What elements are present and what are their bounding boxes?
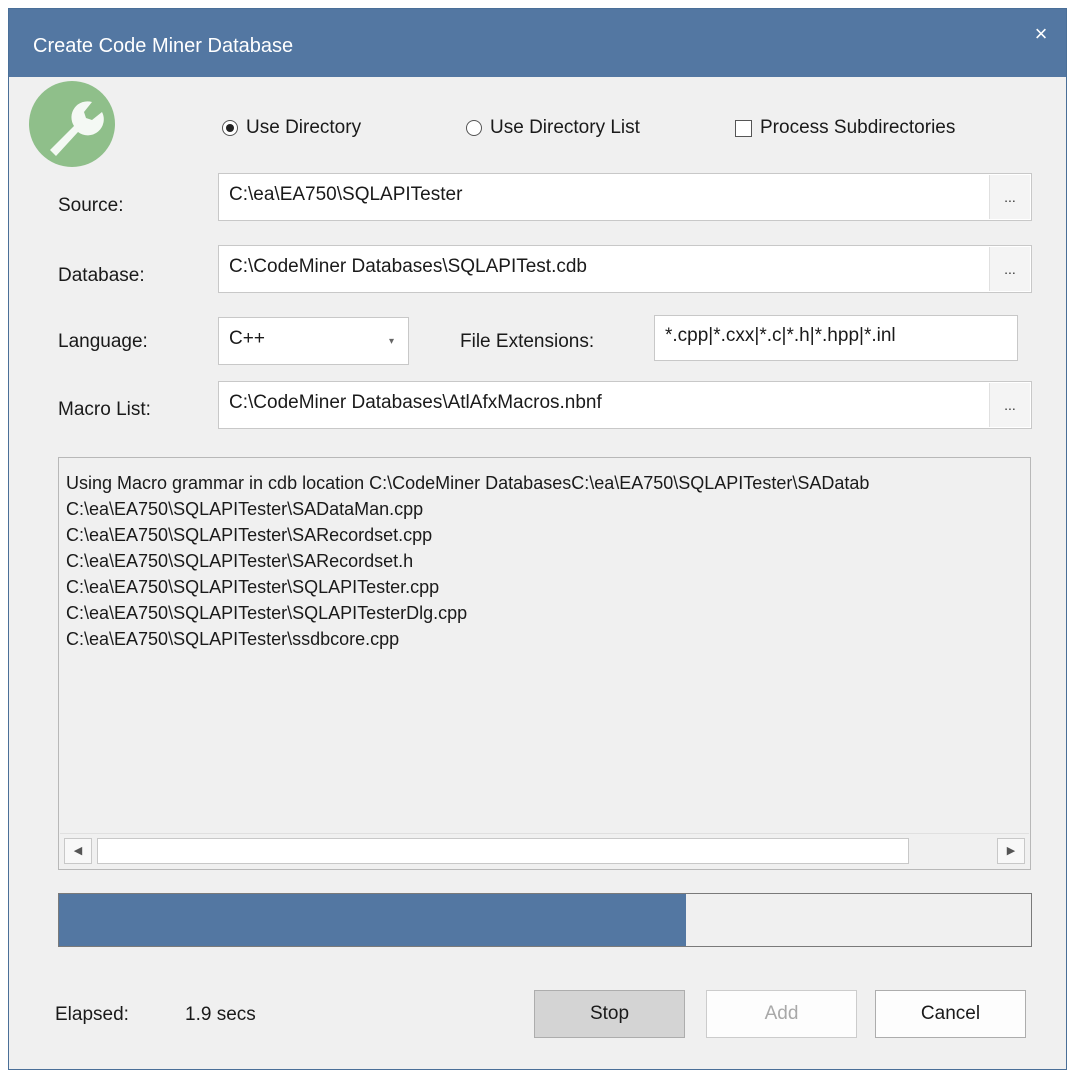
process-subdirectories-label: Process Subdirectories — [760, 117, 956, 138]
source-label: Source: — [58, 195, 124, 216]
log-lines: Using Macro grammar in cdb location C:\C… — [66, 470, 869, 652]
create-code-miner-dialog: Create Code Miner Database × Use Directo… — [8, 8, 1067, 1070]
scroll-left-icon[interactable]: ◀ — [64, 838, 92, 864]
elapsed-label: Elapsed: — [55, 1004, 129, 1025]
log-output[interactable]: Using Macro grammar in cdb location C:\C… — [58, 457, 1031, 870]
log-line: C:\ea\EA750\SQLAPITester\SADataMan.cpp — [66, 499, 424, 519]
log-line: C:\ea\EA750\SQLAPITester\SQLAPITester.cp… — [66, 577, 440, 597]
database-browse-button[interactable]: ... — [989, 247, 1030, 291]
horizontal-scrollbar[interactable]: ◀ ▶ — [60, 833, 1029, 868]
file-extensions-label: File Extensions: — [460, 331, 595, 352]
radio-indicator — [466, 120, 482, 136]
close-icon[interactable]: × — [1026, 19, 1056, 49]
radio-indicator — [222, 120, 238, 136]
macro-list-value: C:\CodeMiner Databases\AtlAfxMacros.nbnf — [229, 392, 602, 413]
language-label: Language: — [58, 331, 148, 352]
log-line: Using Macro grammar in cdb location C:\C… — [66, 473, 870, 493]
use-directory-list-label: Use Directory List — [490, 117, 640, 138]
elapsed-value: 1.9 secs — [185, 1004, 256, 1025]
cancel-button[interactable]: Cancel — [875, 990, 1026, 1038]
language-value: C++ — [229, 328, 265, 349]
log-line: C:\ea\EA750\SQLAPITester\ssdbcore.cpp — [66, 629, 400, 649]
file-extensions-field[interactable]: *.cpp|*.cxx|*.c|*.h|*.hpp|*.inl — [654, 315, 1018, 361]
dialog-title: Create Code Miner Database — [33, 35, 294, 57]
source-browse-button[interactable]: ... — [989, 175, 1030, 219]
database-label: Database: — [58, 265, 145, 286]
progress-bar — [58, 893, 1032, 947]
progress-fill — [59, 894, 686, 946]
wrench-icon — [29, 81, 115, 167]
source-field[interactable]: C:\ea\EA750\SQLAPITester ... — [218, 173, 1032, 221]
log-line: C:\ea\EA750\SQLAPITester\SQLAPITesterDlg… — [66, 603, 468, 623]
chevron-down-icon: ▾ — [388, 336, 394, 347]
file-extensions-value: *.cpp|*.cxx|*.c|*.h|*.hpp|*.inl — [665, 325, 896, 346]
macro-list-browse-button[interactable]: ... — [989, 383, 1030, 427]
add-button[interactable]: Add — [706, 990, 857, 1038]
scrollbar-thumb[interactable] — [97, 838, 909, 864]
source-value: C:\ea\EA750\SQLAPITester — [229, 184, 463, 205]
use-directory-label: Use Directory — [246, 117, 362, 138]
macro-list-label: Macro List: — [58, 399, 151, 420]
macro-list-field[interactable]: C:\CodeMiner Databases\AtlAfxMacros.nbnf… — [218, 381, 1032, 429]
log-line: C:\ea\EA750\SQLAPITester\SARecordset.h — [66, 551, 414, 571]
database-field[interactable]: C:\CodeMiner Databases\SQLAPITest.cdb ..… — [218, 245, 1032, 293]
process-subdirectories-checkbox[interactable]: Process Subdirectories — [735, 117, 955, 139]
title-bar: Create Code Miner Database × — [9, 9, 1066, 77]
log-line: C:\ea\EA750\SQLAPITester\SARecordset.cpp — [66, 525, 433, 545]
database-value: C:\CodeMiner Databases\SQLAPITest.cdb — [229, 256, 588, 277]
use-directory-list-radio[interactable]: Use Directory List — [466, 117, 640, 139]
checkbox-indicator — [735, 119, 752, 137]
stop-button[interactable]: Stop — [534, 990, 685, 1038]
use-directory-radio[interactable]: Use Directory — [222, 117, 361, 139]
language-select[interactable]: C++ ▾ — [218, 317, 409, 365]
scroll-right-icon[interactable]: ▶ — [997, 838, 1025, 864]
